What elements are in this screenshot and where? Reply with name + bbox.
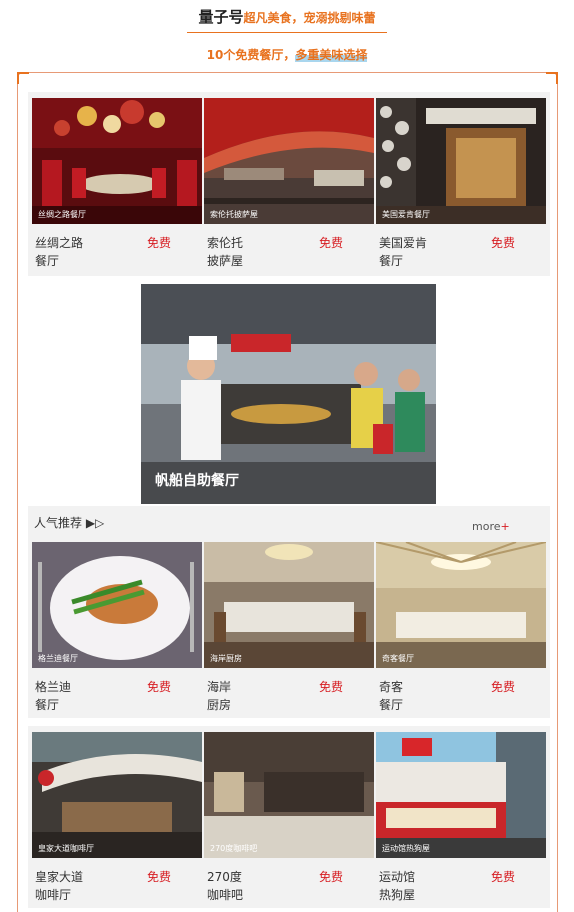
photo-caption: 格兰迪餐厅 [38,654,78,663]
restaurant-row-3: 皇家大道咖啡厅 皇家大道咖啡厅 免费 270度咖啡吧 270度咖啡吧 免费 [28,726,550,908]
page-subtitle: 10个免费餐厅，多重美味选择 [0,46,574,63]
restaurant-card-american-icon[interactable]: 美国爱肯餐厅 美国爱肯 餐厅 免费 [376,98,546,268]
photo-caption: 270度咖啡吧 [210,844,258,853]
restaurant-row-2: 格兰迪餐厅 格兰迪 餐厅 免费 海岸厨房 海岸 厨房 免费 奇客餐厅 奇客 餐厅… [28,506,550,718]
title-accent: 超凡美食，宠溺挑剔味蕾 [243,11,376,25]
more-text: more [472,520,501,533]
restaurant-photo: 皇家大道咖啡厅 [32,732,202,858]
price-label: 免费 [147,236,172,250]
restaurant-photo: 奇客餐厅 [376,542,546,668]
price-label: 免费 [319,680,344,694]
frame-corner-left [17,72,29,84]
photo-caption: 索伦托披萨屋 [210,210,258,219]
page-title: 量子号超凡美食，宠溺挑剔味蕾 [0,6,574,27]
restaurant-photo: 美国爱肯餐厅 [376,98,546,224]
frame-corner-right [546,72,558,84]
restaurant-photo: 格兰迪餐厅 [32,542,202,668]
restaurant-card-dog-house[interactable]: 运动馆热狗屋 运动馆 热狗屋 免费 [376,732,546,902]
restaurant-name: 格兰迪 餐厅 [35,680,72,712]
title-divider [187,32,387,33]
restaurant-card-coastal-kitchen[interactable]: 海岸厨房 海岸 厨房 免费 [204,542,374,712]
price-label: 免费 [491,236,516,250]
restaurant-card-cafe-promenade[interactable]: 皇家大道咖啡厅 皇家大道 咖啡厅 免费 [32,732,202,902]
more-link[interactable]: more+ [472,520,510,533]
subtitle-part1: 10个免费餐厅， [206,48,296,62]
page-header: 量子号超凡美食，宠溺挑剔味蕾 10个免费餐厅，多重美味选择 [0,0,574,70]
subtitle-part2: 多重美味选择 [295,48,368,62]
photo-caption: 美国爱肯餐厅 [382,210,430,219]
price-label: 免费 [491,680,516,694]
price-label: 免费 [147,870,172,884]
restaurant-card-cafe-270[interactable]: 270度咖啡吧 270度 咖啡吧 免费 [204,732,374,902]
photo-caption: 丝绸之路餐厅 [38,210,86,219]
restaurant-row-1: 丝绸之路餐厅 丝绸之路 餐厅 免费 索伦托披萨屋 索伦托 披萨屋 免费 美国爱肯… [28,92,550,276]
featured-restaurant-windjammer[interactable]: 帆船自助餐厅 [141,284,436,504]
price-label: 免费 [491,870,516,884]
restaurant-photo: 运动馆热狗屋 [376,732,546,858]
photo-caption: 海岸厨房 [210,654,242,663]
restaurant-card-giovanni[interactable]: 格兰迪餐厅 格兰迪 餐厅 免费 [32,542,202,712]
price-label: 免费 [319,236,344,250]
restaurant-photo: 海岸厨房 [204,542,374,668]
restaurant-card-chic[interactable]: 奇客餐厅 奇客 餐厅 免费 [376,542,546,712]
restaurant-card-sorrento[interactable]: 索伦托披萨屋 索伦托 披萨屋 免费 [204,98,374,268]
restaurant-name: 皇家大道 咖啡厅 [35,870,84,902]
restaurant-name: 索伦托 披萨屋 [207,236,244,268]
price-label: 免费 [147,680,172,694]
price-label: 免费 [319,870,344,884]
photo-caption: 奇客餐厅 [382,654,414,663]
featured-caption: 帆船自助餐厅 [155,473,239,489]
restaurant-photo: 270度咖啡吧 [204,732,374,858]
photo-caption: 皇家大道咖啡厅 [38,844,94,853]
photo-caption: 运动馆热狗屋 [382,844,430,853]
restaurant-name: 海岸 厨房 [207,680,232,712]
recommend-label: 人气推荐 ▶▷ [34,516,105,530]
restaurant-photo: 索伦托披萨屋 [204,98,374,224]
restaurant-name: 270度 咖啡吧 [207,870,244,902]
restaurant-card-silk-road[interactable]: 丝绸之路餐厅 丝绸之路 餐厅 免费 [32,98,202,268]
restaurant-name: 运动馆 热狗屋 [379,870,416,902]
restaurant-name: 丝绸之路 餐厅 [35,236,84,268]
restaurant-name: 奇客 餐厅 [379,680,404,712]
restaurant-name: 美国爱肯 餐厅 [379,236,428,268]
restaurant-photo: 丝绸之路餐厅 [32,98,202,224]
title-main: 量子号 [198,8,244,26]
more-plus: + [500,520,510,533]
